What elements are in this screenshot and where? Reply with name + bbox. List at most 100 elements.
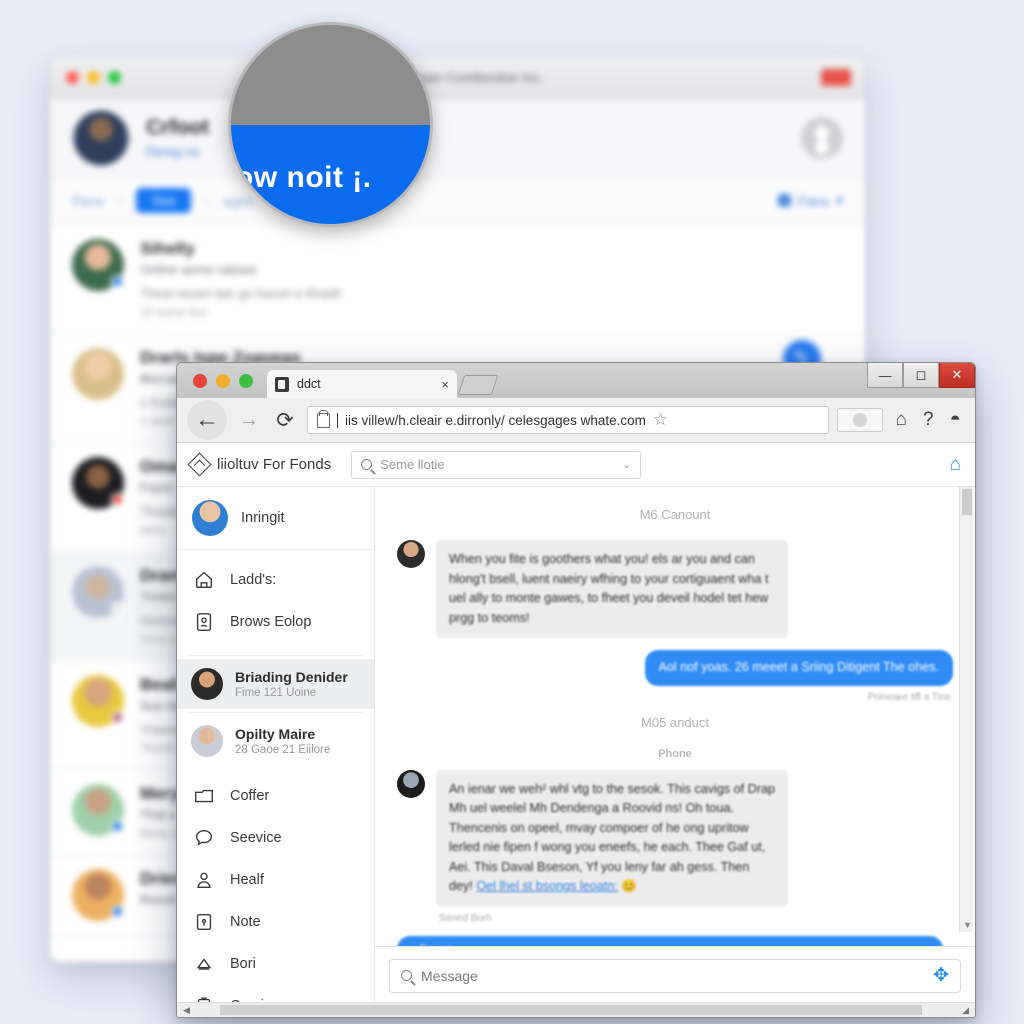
avatar <box>72 108 130 167</box>
browser-window[interactable]: ddct × — ◻ ✕ ← → ⟳ iis villew/h.cleair e… <box>176 362 976 1018</box>
reload-button[interactable]: ⟳ <box>271 408 299 433</box>
folder-icon <box>193 785 215 807</box>
help-icon[interactable]: ? <box>919 409 938 431</box>
sidebar-item-bori[interactable]: Bori <box>177 943 374 985</box>
browser-traffic-lights[interactable] <box>193 373 253 388</box>
extension-badge[interactable] <box>837 408 884 432</box>
resize-grip-icon[interactable]: ◢ <box>956 1005 975 1016</box>
page-info-icon[interactable] <box>317 409 330 428</box>
search-input[interactable]: Seme llotie ⌄ <box>351 450 642 479</box>
message-composer[interactable]: Message ✥ <box>375 946 975 1004</box>
chat-bubble-icon <box>193 827 215 849</box>
message-bubble: Fount <box>397 935 943 946</box>
message-bubble: When you fite is goothers what you! els … <box>436 540 788 639</box>
list-item-preview: Theat weam lals go fuesel a tthaldl <box>140 286 341 301</box>
tab-title: ddct <box>297 377 321 391</box>
search-icon <box>361 459 373 470</box>
nav-account-menu[interactable]: Fans ▾ <box>777 192 843 209</box>
nav-account-label: Fans <box>797 192 829 209</box>
bookmark-star-icon[interactable]: ☆ <box>653 410 668 430</box>
id-card-icon <box>193 611 215 633</box>
zoom-button[interactable] <box>239 373 253 388</box>
window-controls[interactable]: — ◻ ✕ <box>867 363 975 388</box>
sidebar[interactable]: Inringit Ladd's: Brows Eolop Briading De… <box>177 487 375 1004</box>
person-icon <box>777 194 791 207</box>
maximize-button[interactable]: ◻ <box>903 363 939 388</box>
avatar <box>72 784 124 836</box>
scroll-down-arrow-icon[interactable]: ▼ <box>963 920 972 930</box>
divider <box>189 712 362 713</box>
background-profile-header: Crfoot Dereg no <box>50 99 865 177</box>
new-tab-button[interactable] <box>457 375 499 395</box>
minimize-button[interactable]: — <box>867 363 903 388</box>
loupe-text: ow noit ¡. <box>235 160 372 194</box>
close-button[interactable]: ✕ <box>939 363 975 388</box>
sidebar-profile[interactable]: Inringit <box>177 487 374 550</box>
sidebar-nav-section: Ladd's: Brows Eolop <box>177 550 374 652</box>
message-row-incoming: An ienar we weh² whl vtg to the sesok. T… <box>397 769 953 907</box>
avatar <box>72 869 124 921</box>
screenshot-root: il in Messan Comfiendoe Inc. Crfoot Dere… <box>0 0 1024 1024</box>
sidebar-item-ladds[interactable]: Ladd's: <box>177 559 374 601</box>
message-link[interactable]: Oel lhel st bsongs leoatn: <box>476 879 617 893</box>
close-button[interactable] <box>193 373 207 388</box>
sidebar-contact-active[interactable]: Briading Denider Fime 121 Uoine <box>177 659 374 709</box>
nav-item-0[interactable]: Flere <box>72 193 104 209</box>
diamond-logo-icon <box>187 452 212 477</box>
list-item-time: 10 werel ilus <box>140 305 207 319</box>
window-horizontal-scrollbar[interactable]: ◀ ◢ <box>177 1002 975 1017</box>
scrollbar-thumb[interactable] <box>962 489 972 515</box>
sidebar-item-coffer[interactable]: Coffer <box>177 775 374 817</box>
avatar <box>192 500 228 536</box>
avatar <box>72 566 124 618</box>
search-placeholder: Seme llotie <box>380 457 445 472</box>
chevron-down-icon[interactable]: ⌄ <box>622 458 631 471</box>
sidebar-contact-opilty[interactable]: Opilty Maire 28 Gaoe 21 Eiilore <box>177 716 374 766</box>
browser-urlbar[interactable]: ← → ⟳ iis villew/h.cleair e.dirronly/ ce… <box>177 398 975 443</box>
address-bar[interactable]: iis villew/h.cleair e.dirronly/ celesgag… <box>307 406 830 434</box>
sidebar-item-label: Ladd's: <box>230 572 277 588</box>
magnifier-loupe: ow noit ¡. <box>228 22 433 227</box>
background-navbar[interactable]: Flere › Sea › ages › Unity ⌄ Fans ▾ <box>50 177 865 225</box>
nav-item-1[interactable]: Sea <box>135 188 192 213</box>
sidebar-item-label: Brows Eolop <box>230 614 312 630</box>
sidebar-profile-name: Inringit <box>241 510 285 526</box>
sidebar-item-label: Bori <box>230 956 256 972</box>
sidebar-contact-sub: Fime 121 Uoine <box>235 687 317 699</box>
minimize-button[interactable] <box>216 373 230 388</box>
browser-tabbar[interactable]: ddct × — ◻ ✕ <box>177 363 975 398</box>
app-toolbar[interactable]: liioltuv For Fonds Seme llotie ⌄ ⌂ <box>177 443 975 487</box>
sidebar-menu-section: Coffer Seevice Healf Note Bori <box>177 766 374 1004</box>
list-item-name: Sihelly <box>140 239 195 258</box>
sidebar-item-label: Healf <box>230 872 264 888</box>
avatar <box>72 457 124 509</box>
forward-button[interactable]: → <box>235 409 263 432</box>
sidebar-item-label: Seevice <box>230 830 282 846</box>
back-button[interactable]: ← <box>187 400 227 440</box>
home-icon[interactable]: ⌂ <box>891 409 910 431</box>
sidebar-item-seevice[interactable]: Seevice <box>177 817 374 859</box>
background-window-title: il in Messan Comfiendoe Inc. <box>371 70 544 85</box>
background-close-red-button[interactable] <box>821 69 851 86</box>
sidebar-item-note[interactable]: Note <box>177 901 374 943</box>
app-brand[interactable]: liioltuv For Fonds <box>187 452 331 477</box>
note-icon <box>193 911 215 933</box>
home-blue-icon[interactable]: ⌂ <box>950 454 961 476</box>
loupe-top-half <box>231 25 430 125</box>
scroll-left-arrow-icon[interactable]: ◀ <box>177 1005 196 1016</box>
message-input[interactable]: Message ✥ <box>389 958 961 993</box>
sidebar-item-brows-eolop[interactable]: Brows Eolop <box>177 601 374 643</box>
list-item[interactable]: Sihelly Online aome salows Theat weam la… <box>50 225 865 334</box>
chat-scroll-area[interactable]: M6 Canount When you fite is goothers wha… <box>375 487 975 946</box>
browser-tab[interactable]: ddct × <box>267 370 457 398</box>
avatar <box>397 540 425 568</box>
refresh-badge-icon[interactable]: ◓ <box>946 409 965 431</box>
close-icon[interactable]: × <box>441 377 449 392</box>
account-avatar-icon[interactable] <box>801 116 843 159</box>
send-icon[interactable]: ✥ <box>933 964 949 987</box>
chat-vertical-scrollbar[interactable]: ▲ ▼ <box>959 487 973 932</box>
sidebar-item-healf[interactable]: Healf <box>177 859 374 901</box>
scrollbar-thumb[interactable] <box>219 1005 923 1015</box>
avatar <box>397 769 425 798</box>
triangle-icon <box>193 953 215 975</box>
